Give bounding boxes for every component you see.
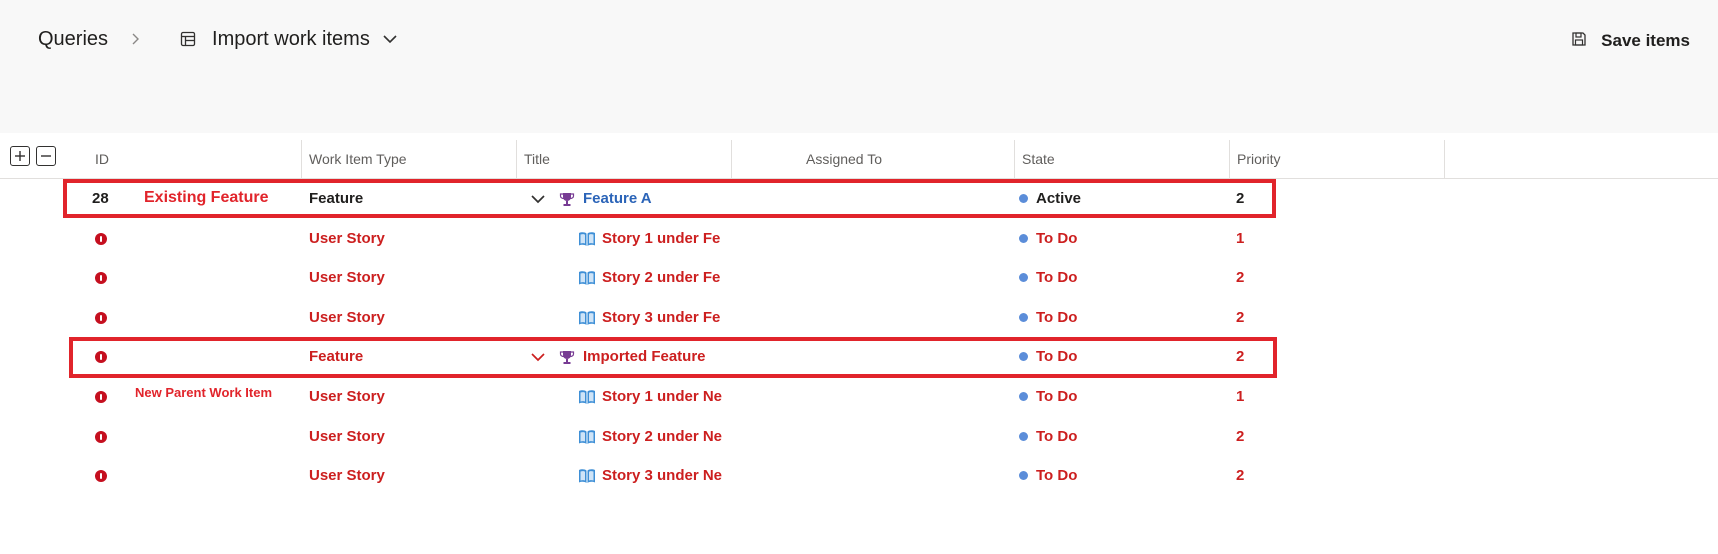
state-dot-icon [1019,392,1028,401]
priority-value: 2 [1236,467,1245,484]
work-item-title-cell[interactable]: Story 2 under Fe [578,258,720,297]
work-item-title-cell[interactable]: Story 1 under Fe [578,219,720,258]
collapse-all-button[interactable] [36,146,56,166]
work-item-title-cell[interactable]: Story 3 under Fe [578,298,720,337]
column-header-assigned-to[interactable]: Assigned To [732,140,1015,178]
state-cell: To Do [1019,377,1077,416]
column-header-title[interactable]: Title [517,140,732,178]
state-label: To Do [1036,269,1078,286]
new-parent-annotation: New Parent Work Item [135,385,273,400]
state-label: To Do [1036,388,1078,405]
work-item-title: Story 2 under Ne [602,428,723,445]
priority-value: 2 [1236,309,1245,326]
priority-value: 1 [1236,388,1245,405]
imported-feature-highlight [69,337,1277,378]
chevron-down-icon [382,34,398,44]
work-item-type: User Story [309,467,385,484]
state-cell: To Do [1019,456,1077,495]
book-icon [578,309,596,327]
work-item-type: User Story [309,230,385,247]
error-icon [95,456,107,495]
state-dot-icon [1019,313,1028,322]
state-cell: To Do [1019,258,1077,297]
error-icon [95,377,107,416]
work-item-title: Story 1 under Ne [602,388,723,405]
priority-value: 2 [1236,428,1245,445]
error-icon [95,258,107,297]
column-header-priority[interactable]: Priority [1230,140,1445,178]
table-row[interactable]: User Story Story 2 under Ne To Do 2 [0,417,1718,456]
work-item-title-cell[interactable]: Story 2 under Ne [578,417,722,456]
query-title-dropdown[interactable]: Import work items [212,28,398,51]
work-item-type: User Story [309,388,385,405]
work-item-title-cell[interactable]: Story 1 under Ne [578,377,722,416]
state-cell: To Do [1019,219,1077,258]
state-dot-icon [1019,234,1028,243]
chevron-right-icon [130,32,140,46]
column-header-work-item-type[interactable]: Work Item Type [302,140,517,178]
column-header-id[interactable]: ID [88,140,302,178]
state-cell: To Do [1019,298,1077,337]
minus-icon [41,155,51,157]
column-header-state[interactable]: State [1015,140,1230,178]
table-row[interactable]: User Story Story 1 under Fe To Do 1 [0,219,1718,258]
grid-header: ID Work Item Type Title Assigned To Stat… [0,140,1718,179]
book-icon [578,467,596,485]
priority-value: 2 [1236,269,1245,286]
state-dot-icon [1019,432,1028,441]
table-row[interactable]: User Story Story 3 under Fe To Do 2 [0,298,1718,337]
expand-collapse-controls [10,146,56,166]
state-dot-icon [1019,471,1028,480]
state-label: To Do [1036,467,1078,484]
work-item-title-cell[interactable]: Story 3 under Ne [578,456,722,495]
state-dot-icon [1019,273,1028,282]
work-item-type: User Story [309,309,385,326]
work-item-title: Story 3 under Ne [602,467,723,484]
query-title: Import work items [212,27,370,50]
breadcrumb-queries-link[interactable]: Queries [38,28,108,51]
save-icon [1571,31,1587,52]
page-header: Queries Import work items Save items [0,0,1718,133]
existing-feature-annotation: Existing Feature [144,189,269,206]
error-icon [95,219,107,258]
book-icon [578,269,596,287]
state-cell: To Do [1019,417,1077,456]
save-items-button[interactable]: Save items [1571,26,1690,56]
table-row[interactable]: User Story Story 3 under Ne To Do 2 [0,456,1718,495]
error-icon [95,417,107,456]
state-label: To Do [1036,428,1078,445]
error-icon [95,298,107,337]
breadcrumb: Queries Import work items [38,24,398,54]
table-row[interactable]: User Story Story 2 under Fe To Do 2 [0,258,1718,297]
state-label: To Do [1036,309,1078,326]
work-item-type: User Story [309,269,385,286]
book-icon [578,428,596,446]
work-item-title: Story 1 under Fe [602,230,721,247]
state-label: To Do [1036,230,1078,247]
priority-value: 1 [1236,230,1245,247]
work-item-title: Story 3 under Fe [602,309,721,326]
save-items-label: Save items [1601,31,1690,50]
book-icon [578,388,596,406]
plus-icon [15,151,25,161]
work-item-title: Story 2 under Fe [602,269,721,286]
work-item-type: User Story [309,428,385,445]
query-list-icon [180,30,198,48]
book-icon [578,230,596,248]
expand-all-button[interactable] [10,146,30,166]
